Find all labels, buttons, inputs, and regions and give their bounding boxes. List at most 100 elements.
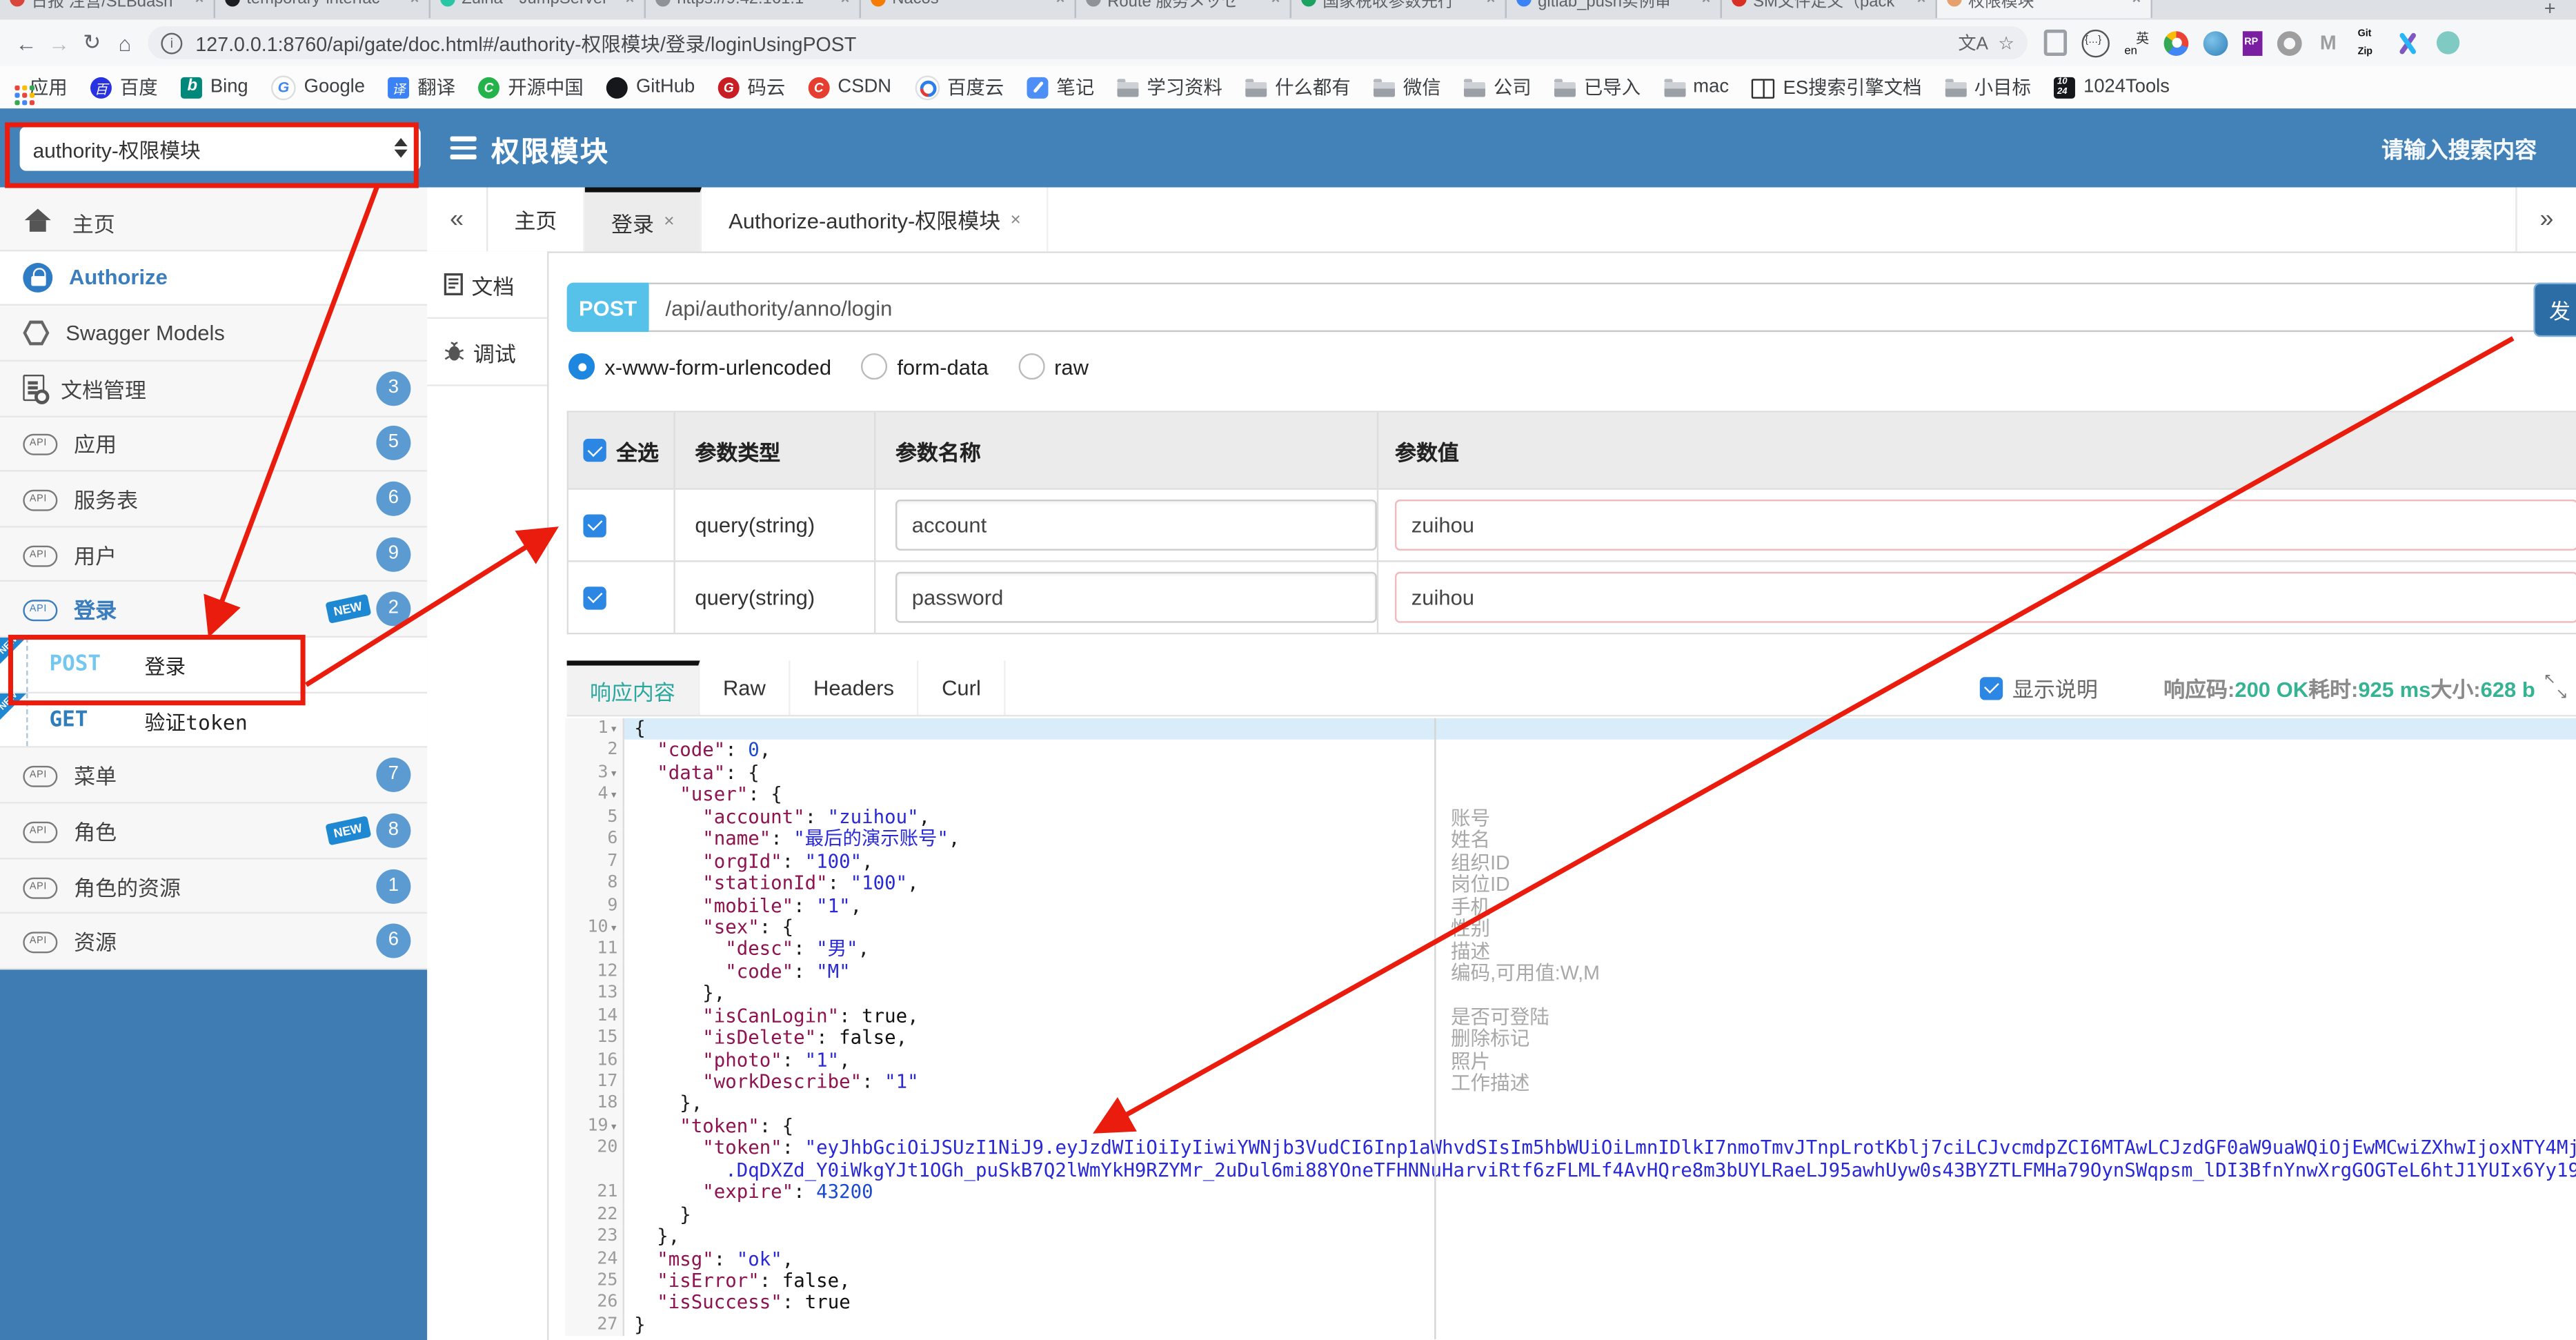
response-tab[interactable]: Curl [919, 660, 1006, 715]
bookmark-item[interactable]: 笔记 [1027, 74, 1094, 100]
bookmark-item[interactable]: 微信 [1374, 74, 1441, 100]
bookmark-item[interactable]: Bing [180, 76, 248, 98]
response-tab[interactable]: Headers [791, 660, 919, 715]
extension-icon[interactable] [2356, 29, 2381, 57]
bookmark-item[interactable]: 百度云 [914, 74, 1004, 100]
header-search-input[interactable]: 请输入搜索内容 [2381, 132, 2537, 165]
sidebar-item[interactable]: Authorize [0, 250, 428, 306]
forward-icon[interactable]: → [43, 30, 76, 55]
sidebar-item[interactable]: 主页 [0, 195, 428, 251]
tab-doc[interactable]: 文档 [427, 251, 548, 319]
tab-close-icon[interactable]: × [1271, 0, 1280, 7]
browser-tab[interactable]: Nacos × [861, 0, 1076, 19]
sidebar-item[interactable]: 应用 5 [0, 416, 428, 473]
extension-icon[interactable] [2124, 29, 2149, 57]
hamburger-menu-icon[interactable] [450, 137, 477, 159]
browser-tab[interactable]: Route 服务メッセ × [1076, 0, 1291, 19]
back-icon[interactable]: ← [10, 30, 43, 55]
tab-close-icon[interactable]: × [2132, 0, 2141, 7]
sidebar-item[interactable]: Swagger Models [0, 306, 428, 362]
module-select[interactable]: authority-权限模块 [19, 126, 421, 170]
bookmark-item[interactable]: 码云 [717, 74, 785, 100]
bookmark-item[interactable]: 什么都有 [1245, 74, 1351, 100]
bookmark-item[interactable]: 公司 [1464, 74, 1532, 100]
sidebar-item[interactable]: 登录 NEW 2 [0, 582, 428, 638]
sidebar-item[interactable]: 角色的资源 1 [0, 858, 428, 914]
sidebar-item[interactable]: 资源 6 [0, 914, 428, 970]
bookmark-star-icon[interactable]: ☆ [1998, 32, 2014, 54]
sidebar-item[interactable]: 角色 NEW 8 [0, 803, 428, 859]
address-bar[interactable]: i 文A ☆ [148, 26, 2028, 59]
select-all-checkbox[interactable] [583, 438, 606, 462]
extension-icon[interactable] [2277, 30, 2302, 55]
open-doc-tab[interactable]: Authorize-authority-权限模块 × [702, 187, 1049, 252]
fold-arrow-icon[interactable]: ▾ [610, 917, 617, 939]
fold-arrow-icon[interactable]: ▾ [610, 1116, 617, 1138]
tab-close-icon[interactable]: × [195, 0, 204, 7]
bookmark-item[interactable]: mac [1663, 77, 1729, 97]
content-type-radio[interactable]: form-data [860, 353, 989, 380]
row-checkbox[interactable] [583, 513, 606, 537]
content-type-radio[interactable]: x-www-form-urlencoded [568, 353, 831, 380]
profile-avatar[interactable] [2436, 31, 2460, 55]
sidebar-item[interactable]: NEW POST 登录 [0, 635, 428, 693]
browser-tab[interactable]: SM文件定义（pack × [1722, 0, 1937, 19]
tab-close-icon[interactable]: × [1056, 0, 1065, 7]
bookmark-item[interactable]: CSDN [808, 76, 891, 98]
tab-close-icon[interactable]: × [1917, 0, 1926, 7]
browser-tab[interactable]: temporary-interfac × [215, 0, 430, 19]
param-name-input[interactable] [895, 500, 1377, 551]
tab-close-icon[interactable]: × [626, 0, 635, 7]
extension-icon[interactable] [2395, 30, 2420, 55]
doc-tab-close-icon[interactable]: × [664, 212, 674, 232]
response-tab[interactable]: 响应内容 [566, 660, 700, 715]
bookmark-item[interactable]: 应用 [13, 74, 68, 100]
bookmark-item[interactable]: 百度 [90, 74, 158, 100]
translate-icon[interactable]: 文A [1958, 30, 1988, 56]
request-url-input[interactable] [648, 282, 2565, 333]
extension-icon[interactable] [2317, 30, 2341, 55]
reload-icon[interactable]: ↻ [76, 30, 109, 56]
send-button[interactable]: 发 [2533, 282, 2576, 337]
fold-arrow-icon[interactable]: ▾ [610, 785, 617, 807]
fold-arrow-icon[interactable]: ▾ [610, 718, 617, 740]
bookmark-item[interactable]: 开源中国 [478, 74, 584, 100]
bookmark-item[interactable]: 翻译 [388, 74, 455, 100]
extension-icon[interactable] [2043, 29, 2068, 56]
bookmark-item[interactable]: ES搜索引擎文档 [1752, 74, 1922, 100]
extension-icon[interactable] [2081, 28, 2110, 57]
browser-tab[interactable]: Zuiha—JumpServer × [430, 0, 646, 19]
new-tab-button[interactable]: + [2533, 0, 2566, 20]
tab-debug[interactable]: 调试 [427, 319, 548, 386]
response-tab[interactable]: Raw [700, 660, 791, 715]
bookmark-item[interactable]: 学习资料 [1117, 74, 1222, 100]
open-doc-tab[interactable]: 主页 [488, 187, 585, 252]
sidebar-item[interactable]: 菜单 7 [0, 748, 428, 804]
tab-close-icon[interactable]: × [1487, 0, 1496, 7]
sidebar-item[interactable]: NEW GET 验证token [0, 691, 428, 749]
tab-close-icon[interactable]: × [410, 0, 419, 7]
param-value-input[interactable] [1394, 500, 2576, 551]
bookmark-item[interactable]: Google [271, 75, 365, 100]
tabs-scroll-right-icon[interactable]: » [2515, 187, 2576, 252]
browser-tab[interactable]: gitlab_push实例审 × [1507, 0, 1722, 19]
param-name-input[interactable] [895, 571, 1377, 623]
param-value-input[interactable] [1394, 571, 2576, 623]
browser-tab[interactable]: https://9.42.161.1 × [646, 0, 861, 19]
doc-tab-close-icon[interactable]: × [1010, 210, 1020, 230]
bookmark-item[interactable]: 已导入 [1554, 74, 1641, 100]
bookmark-item[interactable]: 1024Tools [2054, 76, 2170, 98]
home-icon[interactable]: ⌂ [108, 30, 141, 55]
show-desc-checkbox[interactable] [1979, 676, 2003, 700]
sidebar-item[interactable]: 服务表 6 [0, 472, 428, 528]
row-checkbox[interactable] [583, 586, 606, 609]
browser-tab[interactable]: 权限模块 × [1936, 0, 2152, 19]
bookmark-item[interactable]: GitHub [606, 76, 695, 98]
tabs-scroll-left-icon[interactable]: « [427, 187, 488, 252]
extension-icon[interactable] [2163, 30, 2189, 55]
bookmark-item[interactable]: 小目标 [1944, 74, 2031, 100]
open-doc-tab[interactable]: 登录 × [584, 187, 703, 252]
expand-icon[interactable] [2544, 671, 2568, 704]
extension-icon[interactable] [2242, 30, 2263, 55]
site-info-icon[interactable]: i [161, 32, 183, 54]
